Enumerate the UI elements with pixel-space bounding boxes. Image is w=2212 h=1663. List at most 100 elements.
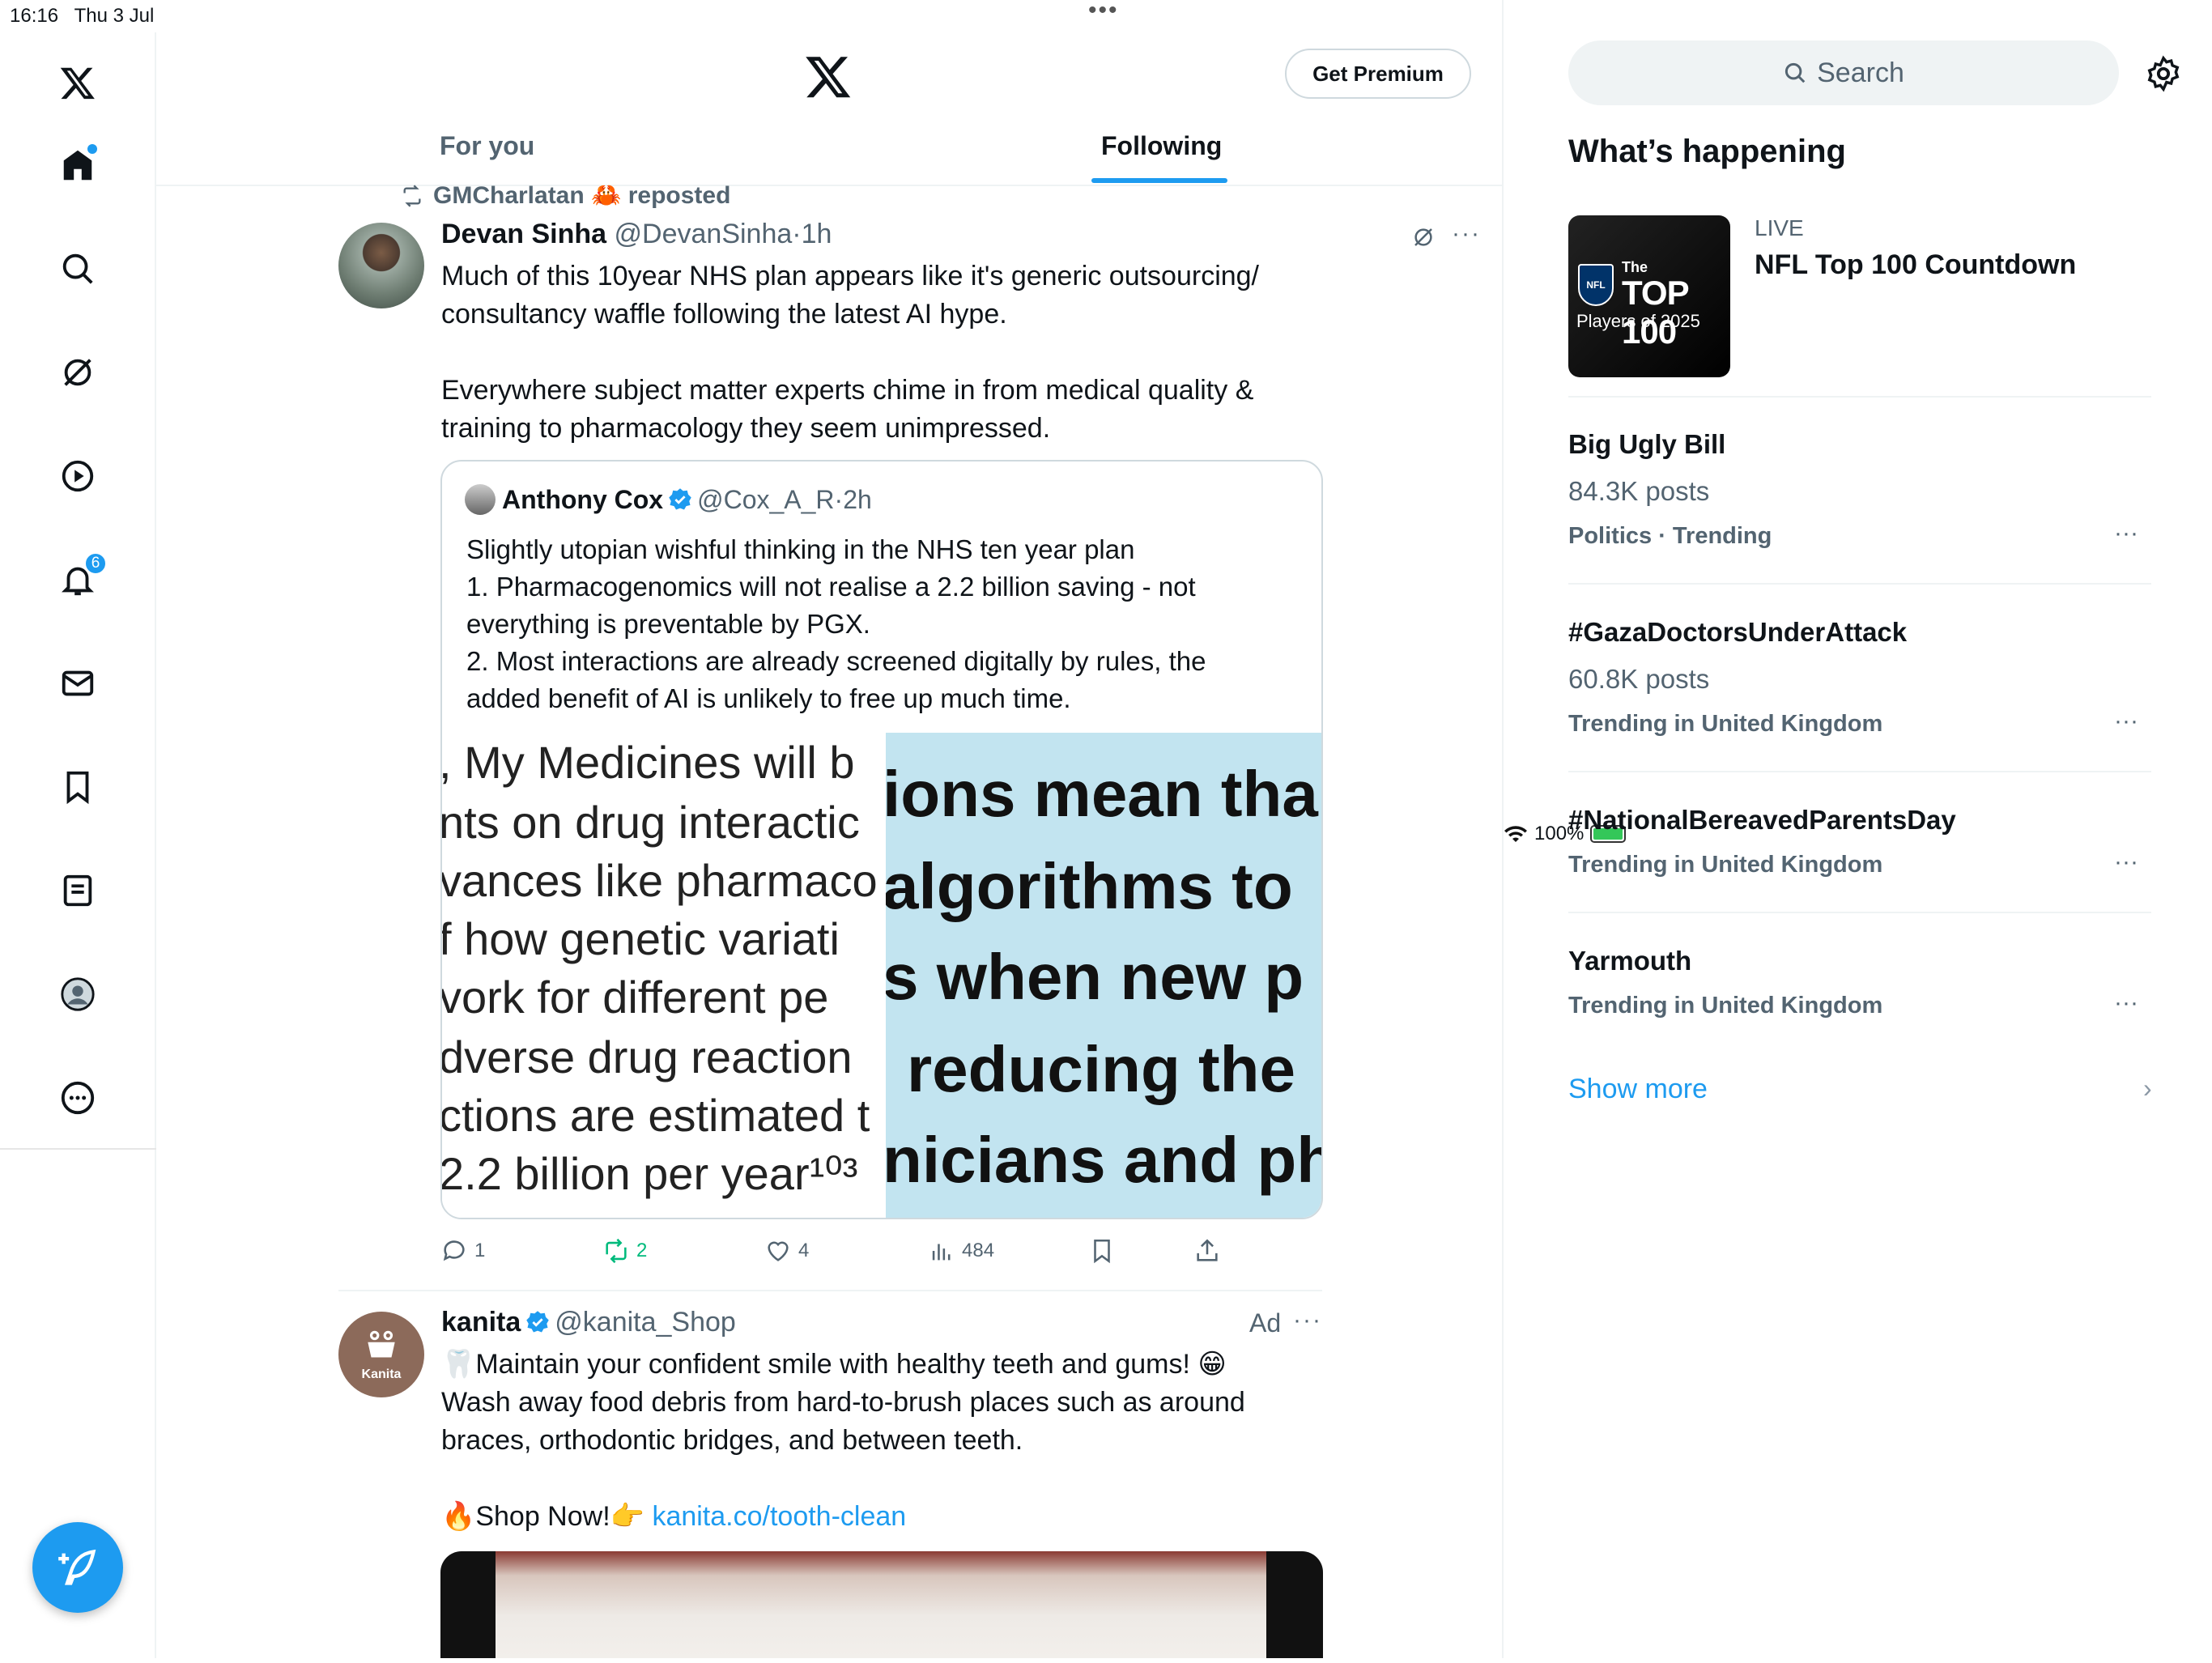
trend-more-icon[interactable]: ··· (2114, 989, 2138, 1017)
reply-button[interactable]: 1 (440, 1237, 485, 1265)
verified-badge-icon (526, 1311, 550, 1333)
views-button[interactable]: 484 (928, 1237, 994, 1265)
tab-following[interactable]: Following (1101, 131, 1222, 161)
trend-more-icon[interactable]: ··· (2114, 708, 2138, 735)
bookmark-icon (1094, 1239, 1110, 1264)
quote-time: 2h (843, 485, 872, 514)
quoted-post[interactable]: Anthony Cox @Cox_A_R·2h Slightly utopian … (440, 460, 1323, 1219)
trend-more-icon[interactable]: ··· (2114, 520, 2138, 547)
verified-badge-icon (669, 488, 691, 510)
lists-icon[interactable] (53, 866, 102, 915)
ad-media[interactable] (440, 1551, 1323, 1658)
image-text-line: f how genetic variati (442, 913, 840, 964)
post-more-icon[interactable]: ··· (1293, 1307, 1322, 1334)
share-button[interactable] (1193, 1237, 1221, 1265)
timeline-header: Get Premium For you Following (156, 32, 1502, 186)
trend-title: Yarmouth (1568, 946, 1692, 976)
post-more-icon[interactable]: ··· (1452, 220, 1481, 248)
grok-icon[interactable] (1411, 225, 1436, 249)
like-button[interactable]: 4 (764, 1237, 809, 1265)
quote-handle: @Cox_A_R (697, 485, 835, 514)
left-nav: 6 (0, 32, 156, 1658)
author-handle[interactable]: @DevanSinha (615, 219, 793, 249)
trend-separator (1568, 771, 2151, 772)
image-text-line: s when new p (886, 941, 1304, 1013)
whats-happening-title: What’s happening (1568, 134, 1846, 169)
right-sidebar: Search What’s happening NFL The TOP 100 … (1504, 0, 2212, 1658)
kanita-logo-label: Kanita (361, 1367, 402, 1381)
ad-shop-line: 🔥Shop Now!👉 kanita.co/tooth-clean (441, 1498, 1470, 1536)
trend-title: #GazaDoctorsUnderAttack (1568, 617, 1908, 647)
notifications-badge: 6 (84, 552, 107, 575)
avatar[interactable]: Kanita (338, 1312, 424, 1397)
status-time: 16:16 Thu 3 Jul (10, 5, 155, 27)
repost-indicator[interactable]: GMCharlatan 🦀 reposted (399, 181, 730, 210)
grok-icon[interactable] (53, 348, 102, 397)
compose-feather-icon (58, 1549, 96, 1585)
trend-post-count: 84.3K posts (1568, 476, 1710, 506)
thumb-players: Players of 2025 (1576, 311, 1700, 331)
search-input[interactable]: Search (1568, 40, 2119, 105)
tab-for-you[interactable]: For you (440, 131, 534, 161)
notifications-icon[interactable]: 6 (53, 552, 107, 604)
search-icon (1785, 62, 1806, 83)
messages-icon[interactable] (53, 659, 102, 708)
more-icon[interactable] (53, 1074, 102, 1122)
ad-text-line1: 🦷Maintain your confident smile with heal… (441, 1349, 1227, 1380)
quote-image-left[interactable]: , My Medicines will b nts on drug intera… (442, 733, 886, 1218)
image-text-line: reducing the (907, 1033, 1296, 1105)
show-more-link[interactable]: Show more (1568, 1074, 1708, 1105)
post-text: Much of this 10year NHS plan appears lik… (441, 261, 1260, 444)
nfl-logo-icon: NFL (1578, 264, 1614, 306)
live-event-thumbnail[interactable]: NFL The TOP 100 Players of 2025 (1568, 215, 1730, 377)
trend-category: Politics · Trending (1568, 523, 1772, 549)
active-tab-indicator (1091, 178, 1227, 183)
x-logo-icon[interactable] (53, 58, 102, 107)
image-text-line: nts on drug interactic (442, 797, 860, 848)
author-handle[interactable]: @kanita_Shop (555, 1307, 736, 1338)
like-count: 4 (798, 1240, 810, 1261)
home-icon[interactable] (53, 141, 102, 189)
quote-image-right[interactable]: ions mean tha algorithms to s when new p… (886, 733, 1321, 1218)
post-author-line: Devan Sinha @DevanSinha·1h (441, 219, 832, 249)
chevron-right-icon: › (2143, 1074, 2152, 1103)
analytics-icon (932, 1244, 951, 1261)
trend-more-icon[interactable]: ··· (2114, 849, 2138, 876)
image-text-line: vances like pharmaco (442, 855, 878, 906)
repost-count: 2 (636, 1240, 648, 1261)
heart-icon (768, 1241, 789, 1261)
ad-link[interactable]: kanita.co/tooth-clean (652, 1501, 906, 1532)
post-time[interactable]: 1h (802, 219, 832, 249)
reply-count: 1 (474, 1240, 486, 1261)
bookmarks-icon[interactable] (53, 763, 102, 811)
profile-icon[interactable] (53, 970, 102, 1019)
search-placeholder: Search (1817, 57, 1904, 88)
image-text-line: algorithms to (886, 850, 1293, 922)
avatar[interactable] (338, 223, 424, 308)
image-text-line: vork for different pe (442, 972, 829, 1023)
repost-label: GMCharlatan 🦀 reposted (433, 182, 731, 209)
image-text-line: dverse drug reaction (442, 1031, 853, 1082)
search-icon[interactable] (53, 245, 102, 293)
image-text-line: 2.2 billion per year¹⁰³ (442, 1148, 858, 1199)
repost-icon (606, 1238, 627, 1264)
trend-separator (1568, 396, 2151, 398)
get-premium-button[interactable]: Get Premium (1285, 49, 1471, 99)
image-text-line: ctions are estimated t (442, 1090, 870, 1141)
video-icon[interactable] (53, 452, 102, 500)
ad-label: Ad (1249, 1308, 1282, 1338)
trend-separator (1568, 583, 2151, 585)
home-unread-dot (87, 144, 97, 154)
quote-author-name: Anthony Cox (502, 485, 664, 514)
author-name[interactable]: kanita (441, 1307, 521, 1338)
compose-post-button[interactable] (32, 1522, 123, 1613)
nav-divider (0, 1148, 156, 1150)
gear-icon[interactable] (2145, 55, 2182, 92)
trend-post-count: 60.8K posts (1568, 664, 1710, 694)
author-name[interactable]: Devan Sinha (441, 219, 606, 249)
kanita-logo-icon (368, 1330, 395, 1358)
repost-button[interactable]: 2 (602, 1237, 647, 1265)
trend-category: Trending in United Kingdom (1568, 852, 1883, 878)
bookmark-button[interactable] (1088, 1237, 1116, 1265)
live-event-title[interactable]: NFL Top 100 Countdown (1755, 249, 2076, 281)
